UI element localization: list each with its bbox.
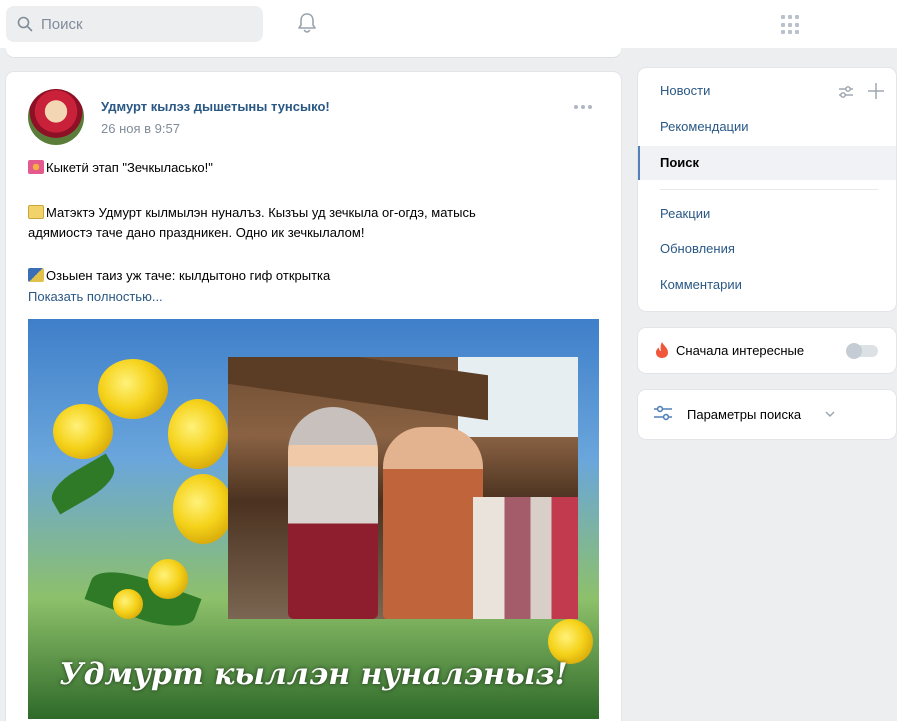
top-bar bbox=[0, 0, 897, 48]
post-text-line: Кыкетӥ этап "Зечкыласько!" bbox=[28, 159, 598, 177]
menu-item-comments[interactable]: Комментарии bbox=[638, 268, 896, 302]
card-emoji-icon bbox=[28, 205, 44, 219]
post-date[interactable]: 26 ноя в 9:57 bbox=[101, 121, 180, 136]
menu-item-recommendations[interactable]: Рекомендации bbox=[638, 110, 896, 144]
previous-card-edge bbox=[6, 48, 621, 57]
post-card: Удмурт кылэз дышетыны тунсыко! 26 ноя в … bbox=[6, 72, 621, 721]
menu-item-search[interactable]: Поиск bbox=[638, 146, 896, 180]
avatar[interactable] bbox=[28, 89, 84, 145]
chevron-down-icon bbox=[825, 411, 835, 417]
search-input[interactable] bbox=[41, 15, 241, 33]
fire-icon bbox=[656, 342, 668, 358]
interesting-first-label: Сначала интересные bbox=[676, 343, 805, 358]
inset-photo bbox=[228, 357, 578, 619]
search-params-card[interactable]: Параметры поиска bbox=[638, 390, 896, 439]
post-author[interactable]: Удмурт кылэз дышетыны тунсыко! bbox=[101, 99, 330, 114]
post-text-line: Матэктэ Удмурт кылмылэн нуналъз. Кызъы у… bbox=[28, 204, 598, 222]
bell-icon[interactable] bbox=[296, 11, 318, 35]
filters-icon[interactable] bbox=[838, 85, 854, 99]
post-text: Кыкетӥ этап "Зечкыласько!" bbox=[46, 160, 213, 175]
plus-icon[interactable] bbox=[867, 82, 885, 100]
settings-sliders-icon bbox=[654, 405, 672, 421]
post-text-line: Озьыен таиз уж таче: кылдытоно гиф откры… bbox=[28, 267, 598, 285]
search-params-label: Параметры поиска bbox=[687, 407, 802, 422]
search-box[interactable] bbox=[6, 6, 263, 42]
flower-emoji-icon bbox=[28, 160, 44, 174]
menu-item-reactions[interactable]: Реакции bbox=[638, 197, 896, 231]
show-more-link[interactable]: Показать полностью... bbox=[28, 289, 163, 304]
picture-emoji-icon bbox=[28, 268, 44, 282]
apps-grid-icon[interactable] bbox=[781, 15, 801, 35]
feed-menu: Новости Рекомендации Поиск Реакции Обнов… bbox=[638, 68, 896, 311]
interesting-first-toggle[interactable] bbox=[846, 343, 878, 359]
post-image[interactable]: Удмурт кыллэн нуналэныз! bbox=[28, 319, 599, 719]
post-text: Матэктэ Удмурт кылмылэн нуналъз. Кызъы у… bbox=[46, 205, 476, 220]
search-icon bbox=[17, 16, 33, 32]
image-caption: Удмурт кыллэн нуналэныз! bbox=[59, 657, 568, 692]
more-options-icon[interactable] bbox=[574, 102, 598, 112]
menu-divider bbox=[660, 189, 878, 190]
interesting-first-card: Сначала интересные bbox=[638, 328, 896, 373]
menu-item-updates[interactable]: Обновления bbox=[638, 232, 896, 266]
post-text: Озьыен таиз уж таче: кылдытоно гиф откры… bbox=[46, 268, 331, 283]
post-text-line: адямиостэ таче дано праздникен. Одно ик … bbox=[28, 224, 598, 242]
post-text: адямиостэ таче дано праздникен. Одно ик … bbox=[28, 225, 365, 240]
menu-item-news[interactable]: Новости bbox=[638, 74, 896, 108]
